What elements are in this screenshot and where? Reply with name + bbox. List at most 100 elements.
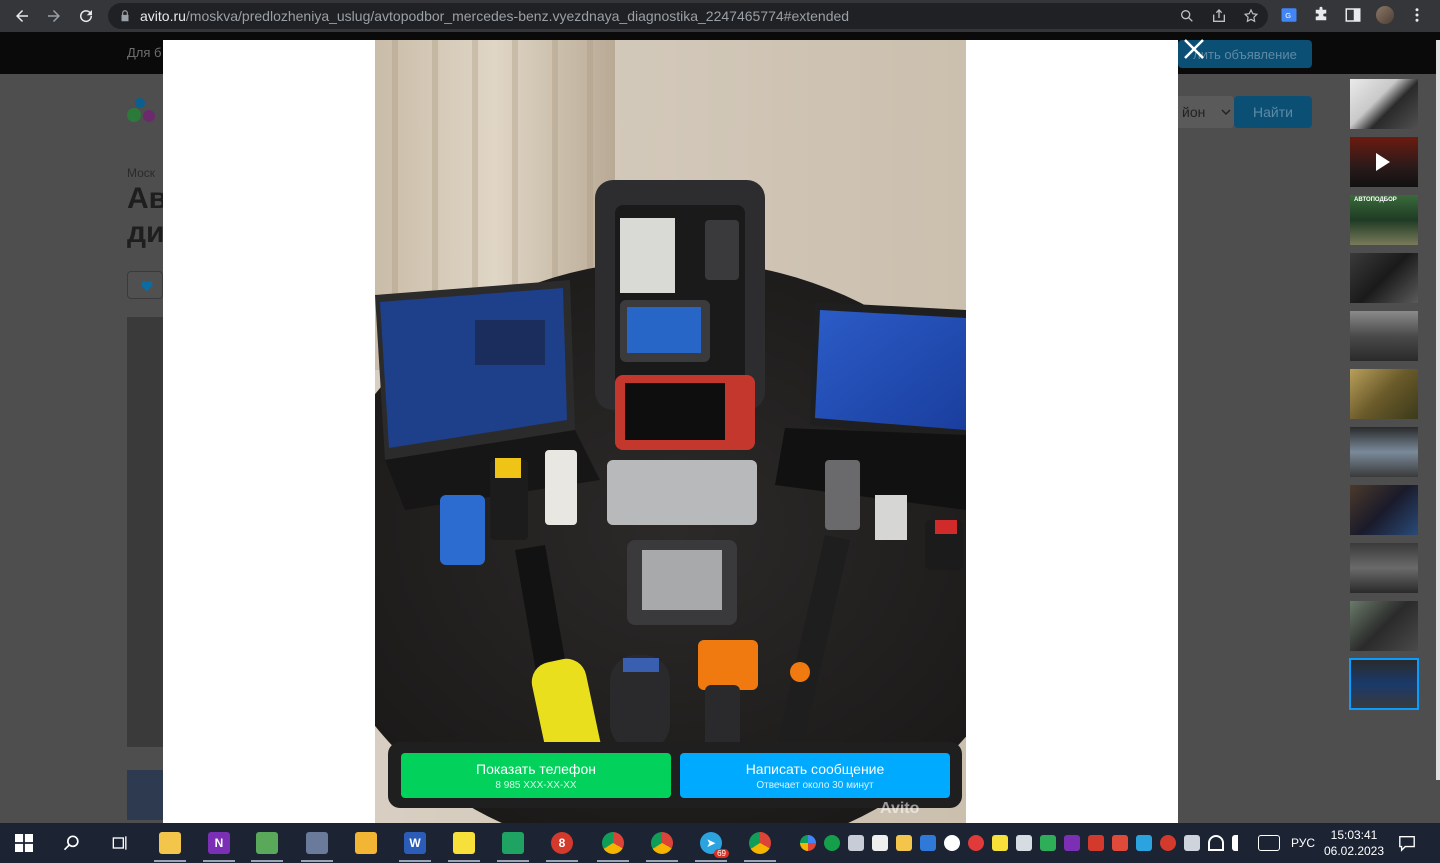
tray-red-icon[interactable]	[968, 835, 984, 851]
breadcrumb[interactable]: Моск	[127, 166, 155, 180]
windows-taskbar: N W 8 ➤ 69 РУС 15:03:41 06.02.2023	[0, 823, 1440, 863]
chrome-icon[interactable]	[597, 831, 629, 862]
thumbnail-caption: АВТОПОДБОР	[1354, 197, 1397, 203]
menu-kebab-icon[interactable]	[1408, 6, 1426, 24]
utility-app-icon[interactable]	[301, 831, 333, 862]
thumbnail[interactable]	[1350, 543, 1418, 593]
topbar-business-link[interactable]: Для б	[127, 45, 162, 60]
search-icon	[63, 835, 79, 851]
file-app-icon[interactable]	[154, 831, 186, 862]
tray-green-icon[interactable]	[1040, 835, 1056, 851]
show-phone-button[interactable]: Показать телефон 8 985 XXX-XX-XX	[401, 753, 671, 798]
thumbnail[interactable]	[1350, 427, 1418, 477]
profile-avatar[interactable]	[1376, 6, 1394, 24]
bookmark-star-icon[interactable]	[1242, 7, 1260, 25]
app-red-icon[interactable]: 8	[546, 831, 578, 862]
gallery-thumb	[127, 770, 163, 820]
write-message-button[interactable]: Написать сообщение Отвечает около 30 мин…	[680, 753, 950, 798]
play-icon	[1376, 153, 1390, 171]
task-view-button[interactable]	[108, 831, 132, 855]
volume-icon[interactable]	[1232, 835, 1248, 851]
thumbnail[interactable]	[1350, 311, 1418, 361]
task-view-icon	[112, 836, 127, 850]
search-button[interactable]	[60, 831, 84, 855]
battery-icon[interactable]	[1184, 835, 1200, 851]
reload-button[interactable]	[70, 0, 102, 32]
address-bar[interactable]: avito.ru/moskva/predlozheniya_uslug/avto…	[108, 3, 1268, 29]
listing-title: Ав ди	[127, 182, 163, 249]
notepad-app-icon[interactable]	[251, 831, 283, 862]
start-button[interactable]	[12, 831, 36, 855]
tray-onenote-icon[interactable]	[1064, 835, 1080, 851]
tray-monitor-icon[interactable]	[848, 835, 864, 851]
forward-button[interactable]	[38, 0, 70, 32]
phone-masked: 8 985 XXX-XX-XX	[495, 779, 577, 791]
clock-date: 06.02.2023	[1323, 844, 1385, 858]
arrow-left-icon	[16, 10, 28, 22]
tray-sticky-icon[interactable]	[992, 835, 1008, 851]
clock-time: 15:03:41	[1330, 828, 1378, 842]
photo-lightbox	[163, 40, 1178, 823]
scrollbar[interactable]	[1436, 40, 1440, 780]
thumbnail[interactable]	[1350, 253, 1418, 303]
tray-triangle-icon[interactable]	[1112, 835, 1128, 851]
gallery-main-image	[127, 317, 163, 747]
close-icon	[1184, 39, 1204, 59]
notifications-icon[interactable]	[1398, 834, 1416, 852]
avito-logo[interactable]	[127, 98, 157, 124]
word-icon[interactable]: W	[399, 831, 431, 862]
thumbnail[interactable]	[1350, 601, 1418, 651]
wifi-icon[interactable]	[1208, 835, 1224, 851]
tray-fx-icon[interactable]	[1136, 835, 1152, 851]
telegram-badge: 69	[714, 849, 729, 858]
keyboard-icon[interactable]	[1258, 835, 1280, 851]
url-path: /moskva/predlozheniya_uslug/avtopodbor_m…	[185, 8, 850, 24]
url-host: avito.ru	[140, 8, 186, 24]
thumbnail[interactable]	[1350, 79, 1418, 129]
contact-actions-panel: Показать телефон 8 985 XXX-XX-XX Написат…	[388, 742, 962, 808]
tray-chrome-icon[interactable]	[800, 835, 816, 851]
reload-icon	[80, 10, 93, 23]
thumbnail[interactable]	[1350, 485, 1418, 535]
sticky-notes-icon[interactable]	[448, 831, 480, 862]
tray-document-icon[interactable]	[872, 835, 888, 851]
thumbnail[interactable]	[1350, 369, 1418, 419]
chrome-profile-2-icon[interactable]	[744, 831, 776, 862]
tray-note-icon[interactable]	[896, 835, 912, 851]
thumbnail-rail: АВТОПОДБОР	[1349, 79, 1419, 717]
zoom-icon[interactable]	[1178, 7, 1196, 25]
onenote-icon[interactable]: N	[203, 831, 235, 862]
extensions-puzzle-icon[interactable]	[1312, 6, 1330, 24]
diagnostic-equipment-photo	[375, 40, 966, 823]
tray-circle-icon[interactable]	[944, 835, 960, 851]
show-phone-label: Показать телефон	[476, 760, 596, 777]
write-message-label: Написать сообщение	[745, 760, 885, 777]
response-time: Отвечает около 30 минут	[756, 779, 874, 791]
share-icon[interactable]	[1210, 7, 1228, 25]
tray-red-app-icon[interactable]	[1160, 835, 1176, 851]
tray-snip-icon[interactable]	[920, 835, 936, 851]
close-lightbox-button[interactable]	[1183, 38, 1205, 60]
favorite-button[interactable]	[127, 271, 163, 299]
region-select[interactable]: йон	[1178, 96, 1234, 128]
chevron-down-icon	[1221, 109, 1231, 116]
chrome-profile-icon[interactable]	[646, 831, 678, 862]
tray-app-icon[interactable]	[1088, 835, 1104, 851]
thumbnail[interactable]: АВТОПОДБОР	[1350, 195, 1418, 245]
back-button[interactable]	[6, 0, 38, 32]
translate-extension-icon[interactable]: G	[1280, 6, 1298, 24]
tray-shield-icon[interactable]	[824, 835, 840, 851]
thumbnail-video[interactable]	[1350, 137, 1418, 187]
sheets-icon[interactable]	[497, 831, 529, 862]
lightbox-photo[interactable]	[375, 40, 966, 823]
browser-toolbar: avito.ru/moskva/predlozheniya_uslug/avto…	[0, 0, 1440, 32]
thumbnail-active[interactable]	[1349, 658, 1419, 710]
telegram-icon[interactable]: ➤ 69	[695, 831, 729, 862]
file-explorer-icon[interactable]	[354, 831, 378, 855]
arrow-right-icon	[48, 10, 60, 22]
input-language[interactable]: РУС	[1291, 836, 1315, 850]
sidepanel-icon[interactable]	[1344, 6, 1362, 24]
system-clock[interactable]: 15:03:41 06.02.2023	[1322, 827, 1386, 859]
search-find-button[interactable]: Найти	[1234, 96, 1312, 128]
tray-window-icon[interactable]	[1016, 835, 1032, 851]
